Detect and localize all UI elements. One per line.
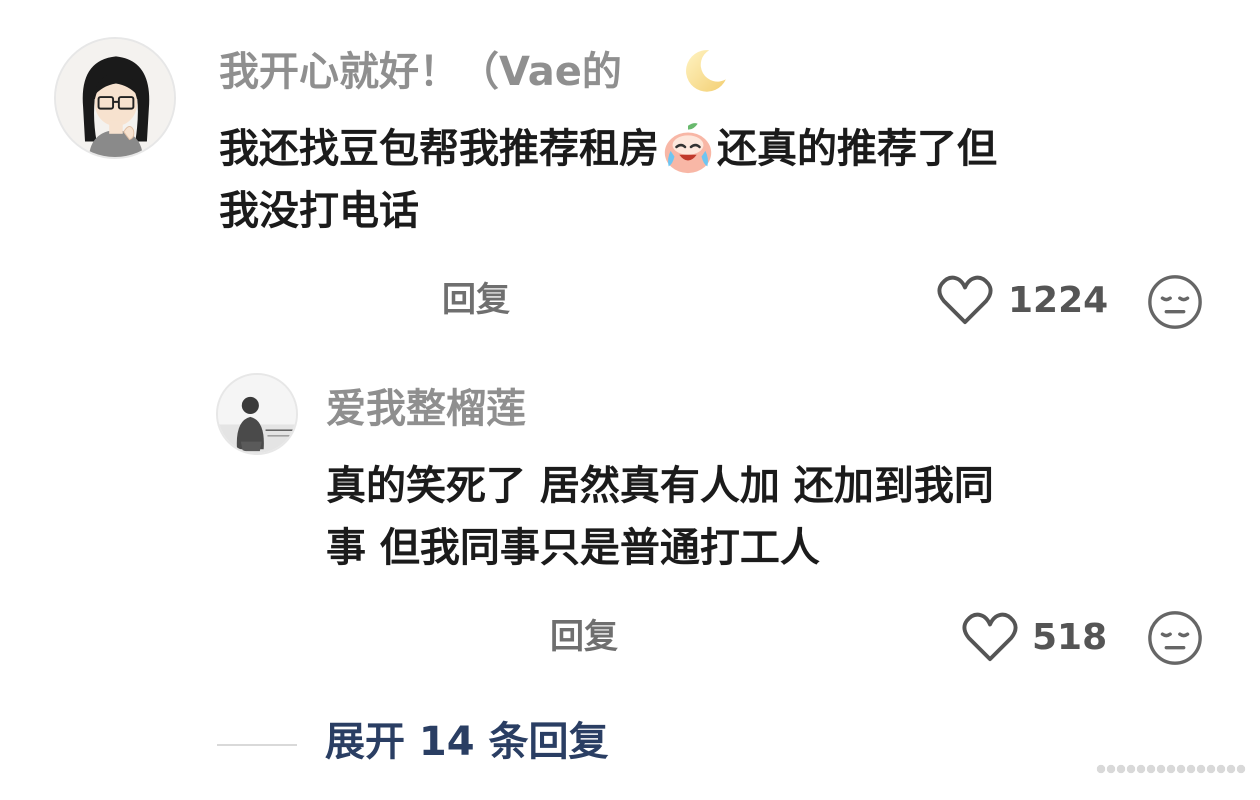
dislike-face-icon[interactable] bbox=[1146, 609, 1204, 667]
heart-icon[interactable] bbox=[961, 611, 1019, 663]
comment-text: 我还找豆包帮我推荐租房 还真的推荐了但 我没打电话 bbox=[219, 118, 997, 242]
comment-text-part-b: 还真的推荐了但 bbox=[717, 126, 997, 172]
expand-divider bbox=[217, 744, 297, 746]
reply-text-line2: 事 但我同事只是普通打工人 bbox=[326, 525, 820, 571]
reply-user-avatar[interactable] bbox=[216, 373, 298, 455]
reply-button[interactable]: 回复 bbox=[442, 283, 510, 317]
comment-username[interactable]: 我开心就好！（Vae的 bbox=[219, 52, 622, 92]
reply-button[interactable]: 回复 bbox=[550, 620, 618, 654]
doubao-emoji-icon bbox=[664, 123, 712, 174]
user-avatar[interactable] bbox=[54, 37, 176, 159]
reply-text: 真的笑死了 居然真有人加 还加到我同 事 但我同事只是普通打工人 bbox=[326, 455, 994, 579]
like-count: 1224 bbox=[1008, 280, 1109, 321]
comment-text-line2: 我没打电话 bbox=[219, 188, 419, 234]
reply-text-line1: 真的笑死了 居然真有人加 还加到我同 bbox=[326, 463, 994, 509]
like-count: 518 bbox=[1032, 617, 1108, 658]
expand-replies-button[interactable]: 展开 14 条回复 bbox=[325, 722, 609, 762]
watermark bbox=[1096, 760, 1246, 778]
heart-icon[interactable] bbox=[936, 274, 994, 326]
comment-username-text: 我开心就好！（Vae的 bbox=[219, 49, 622, 95]
reply-username[interactable]: 爱我整榴莲 bbox=[326, 389, 526, 429]
dislike-face-icon[interactable] bbox=[1146, 273, 1204, 331]
comment-text-part-a: 我还找豆包帮我推荐租房 bbox=[219, 126, 659, 172]
avatar-girl-illustration bbox=[56, 39, 174, 157]
crescent-moon-icon bbox=[686, 50, 726, 92]
avatar-photo-person bbox=[218, 375, 296, 453]
